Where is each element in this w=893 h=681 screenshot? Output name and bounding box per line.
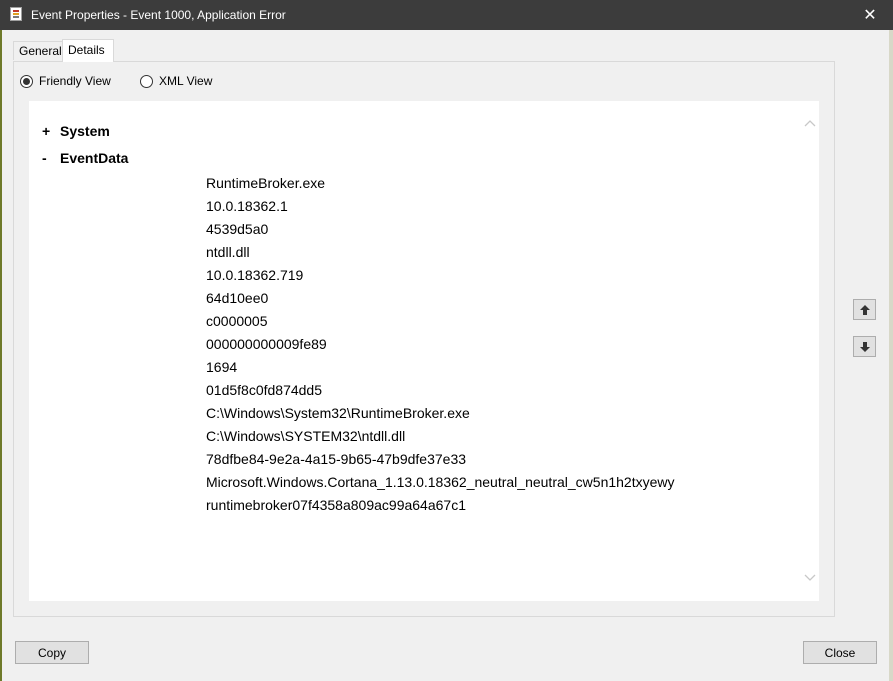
friendly-view-label: Friendly View (39, 74, 111, 88)
friendly-view-radio[interactable] (20, 74, 33, 88)
scroll-up-button[interactable] (803, 116, 817, 130)
copy-button[interactable]: Copy (15, 641, 89, 664)
eventdata-value: 01d5f8c0fd874dd5 (206, 382, 322, 398)
expand-icon[interactable]: + (42, 123, 60, 139)
friendly-view-option[interactable]: Friendly View (20, 72, 111, 90)
eventdata-value: 10.0.18362.1 (206, 198, 288, 214)
eventdata-value: RuntimeBroker.exe (206, 175, 326, 191)
tree-node-eventdata[interactable]: - EventData (42, 150, 128, 166)
title-bar: Event Properties - Event 1000, Applicati… (0, 0, 893, 30)
eventdata-value: 000000000009fe89 (206, 336, 327, 352)
eventdata-value: Microsoft.Windows.Cortana_1.13.0.18362_n… (206, 474, 675, 490)
xml-view-label: XML View (159, 74, 213, 88)
event-viewer-icon (10, 7, 22, 21)
eventdata-value: runtimebroker07f4358a809ac99a64a67c1 (206, 497, 466, 513)
eventdata-value: 64d10ee0 (206, 290, 269, 306)
eventdata-value: 78dfbe84-9e2a-4a15-9b65-47b9dfe37e33 (206, 451, 467, 467)
eventdata-value: 4539d5a0 (206, 221, 269, 237)
collapse-icon[interactable]: - (42, 150, 60, 166)
close-button[interactable]: Close (803, 641, 877, 664)
event-details-viewer[interactable]: + System - EventData RuntimeBroker.exe 1… (29, 101, 819, 601)
next-event-button[interactable] (853, 336, 876, 357)
eventdata-value: c0000005 (206, 313, 268, 329)
window-close-button[interactable]: ✕ (847, 0, 893, 30)
arrow-down-icon (859, 341, 870, 352)
tree-node-system[interactable]: + System (42, 123, 110, 139)
scroll-down-button[interactable] (803, 571, 817, 585)
chevron-down-icon (804, 574, 816, 581)
eventdata-values: RuntimeBroker.exe 10.0.18362.1 4539d5a0 … (206, 172, 675, 517)
eventdata-value: C:\Windows\System32\RuntimeBroker.exe (206, 405, 470, 421)
eventdata-value: 1694 (206, 359, 238, 375)
xml-view-radio[interactable] (140, 74, 153, 88)
eventdata-value: C:\Windows\SYSTEM32\ntdll.dll (206, 428, 406, 444)
eventdata-value: ntdll.dll (206, 244, 250, 260)
tree-node-label: System (60, 123, 110, 139)
tab-general[interactable]: General (13, 41, 63, 60)
background-edge-left (0, 30, 2, 681)
window-title: Event Properties - Event 1000, Applicati… (31, 8, 286, 22)
tab-details[interactable]: Details (62, 39, 114, 62)
chevron-up-icon (804, 120, 816, 127)
xml-view-option[interactable]: XML View (140, 72, 212, 90)
tree-node-label: EventData (60, 150, 129, 166)
arrow-up-icon (859, 304, 870, 315)
background-edge-right (889, 30, 893, 681)
eventdata-value: 10.0.18362.719 (206, 267, 304, 283)
close-icon: ✕ (863, 7, 877, 24)
previous-event-button[interactable] (853, 299, 876, 320)
